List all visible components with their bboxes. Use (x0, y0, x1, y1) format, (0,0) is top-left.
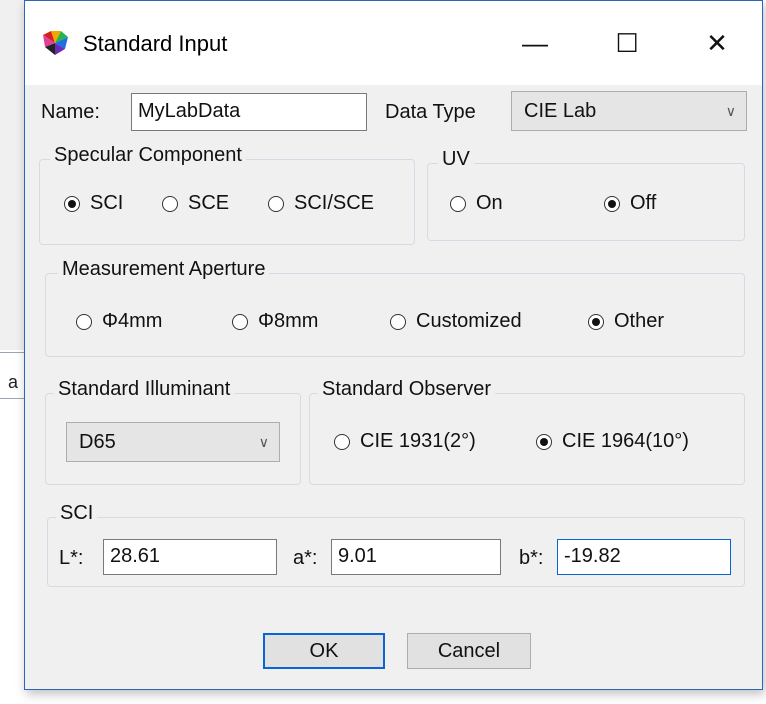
close-icon: ✕ (706, 27, 728, 58)
radio-aperture-8mm[interactable]: Φ8mm (232, 310, 318, 333)
radio-uv-on-label: On (476, 192, 503, 214)
illuminant-select[interactable]: D65 ∨ (66, 422, 280, 462)
standard-input-dialog: Standard Input — ☐ ✕ Name: MyLabData Dat… (24, 0, 763, 690)
a-star-input[interactable]: 9.01 (331, 539, 501, 575)
radio-cie-1964-label: CIE 1964(10°) (562, 430, 689, 452)
radio-sci-sce[interactable]: SCI/SCE (268, 192, 374, 215)
radio-checked-icon (64, 195, 80, 212)
minimize-button[interactable]: — (505, 15, 565, 71)
name-input[interactable]: MyLabData (131, 93, 367, 131)
radio-cie-1931-label: CIE 1931(2°) (360, 430, 476, 452)
background-divider (0, 352, 24, 353)
background-window: a a (0, 0, 24, 704)
radio-aperture-other[interactable]: Other (588, 310, 664, 333)
radio-checked-icon (588, 313, 604, 330)
measurement-aperture-group: Measurement Aperture Φ4mm Φ8mm Customize… (45, 258, 745, 357)
l-star-label: L*: (59, 547, 84, 569)
radio-unchecked-icon (390, 313, 406, 330)
radio-sce[interactable]: SCE (162, 192, 229, 215)
background-text: a (8, 372, 19, 392)
name-label: Name: (41, 101, 100, 123)
ok-button[interactable]: OK (263, 633, 385, 669)
radio-checked-icon (536, 433, 552, 450)
specular-component-group: Specular Component SCI SCE SCI/SCE (39, 144, 415, 245)
radio-uv-on[interactable]: On (450, 192, 503, 215)
sci-title: SCI (56, 502, 98, 525)
radio-sce-label: SCE (188, 192, 230, 214)
b-star-input[interactable]: -19.82 (557, 539, 731, 575)
radio-aperture-customized[interactable]: Customized (390, 310, 522, 333)
background-divider (0, 398, 24, 399)
radio-sci[interactable]: SCI (64, 192, 123, 215)
radio-uv-off[interactable]: Off (604, 192, 656, 215)
radio-aperture-4mm-label: Φ4mm (102, 310, 163, 332)
radio-cie-1964[interactable]: CIE 1964(10°) (536, 430, 689, 453)
uv-group: UV On Off (427, 148, 745, 241)
radio-aperture-8mm-label: Φ8mm (258, 310, 319, 332)
radio-aperture-4mm[interactable]: Φ4mm (76, 310, 162, 333)
chevron-down-icon: ∨ (258, 434, 269, 450)
title-bar[interactable]: Standard Input — ☐ ✕ (25, 1, 762, 85)
radio-unchecked-icon (450, 195, 466, 212)
radio-unchecked-icon (334, 433, 350, 450)
maximize-icon: ☐ (615, 27, 639, 58)
radio-unchecked-icon (76, 313, 92, 330)
specular-component-title: Specular Component (50, 144, 246, 167)
measurement-aperture-title: Measurement Aperture (58, 258, 270, 281)
radio-sci-sce-label: SCI/SCE (294, 192, 375, 214)
radio-unchecked-icon (232, 313, 248, 330)
background-panel (0, 0, 24, 350)
radio-uv-off-label: Off (630, 192, 657, 214)
radio-unchecked-icon (162, 195, 178, 212)
standard-observer-title: Standard Observer (318, 378, 495, 401)
l-star-input[interactable]: 28.61 (103, 539, 277, 575)
data-type-value: CIE Lab (524, 100, 597, 122)
standard-observer-group: Standard Observer CIE 1931(2°) CIE 1964(… (309, 378, 745, 485)
a-star-label: a*: (293, 547, 318, 569)
radio-cie-1931[interactable]: CIE 1931(2°) (334, 430, 476, 453)
minimize-icon: — (522, 27, 548, 58)
data-type-label: Data Type (385, 101, 476, 123)
standard-illuminant-group: Standard Illuminant D65 ∨ (45, 378, 301, 485)
radio-sci-label: SCI (90, 192, 124, 214)
radio-aperture-other-label: Other (614, 310, 665, 332)
b-star-label: b*: (519, 547, 544, 569)
uv-title: UV (438, 148, 474, 171)
radio-checked-icon (604, 195, 620, 212)
color-wheel-icon (43, 31, 68, 55)
illuminant-value: D65 (79, 431, 116, 453)
maximize-button[interactable]: ☐ (597, 15, 657, 71)
window-title: Standard Input (83, 31, 228, 56)
cancel-button[interactable]: Cancel (407, 633, 531, 669)
radio-aperture-customized-label: Customized (416, 310, 522, 332)
chevron-down-icon: ∨ (725, 103, 736, 119)
close-button[interactable]: ✕ (687, 15, 747, 71)
data-type-select[interactable]: CIE Lab ∨ (511, 91, 747, 131)
radio-unchecked-icon (268, 195, 284, 212)
standard-illuminant-title: Standard Illuminant (54, 378, 235, 401)
